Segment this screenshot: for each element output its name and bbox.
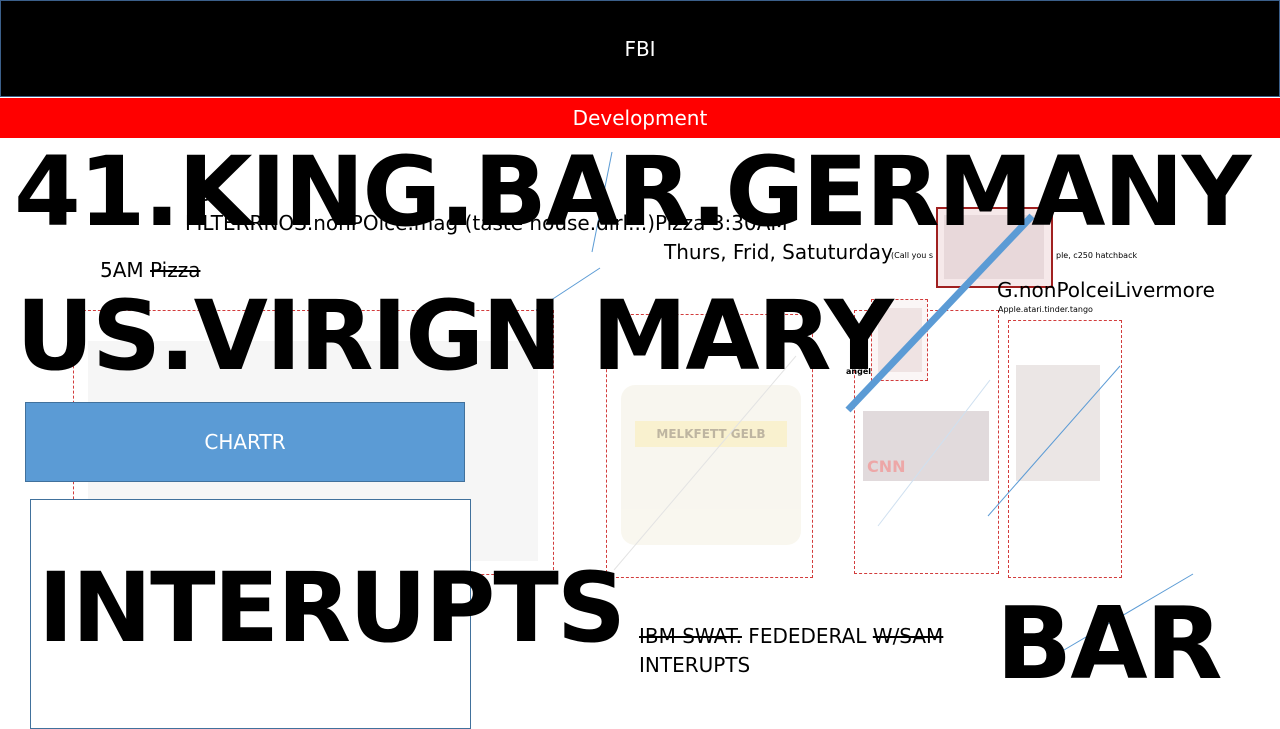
melkfett-label: MELKFETT GELB — [635, 421, 787, 447]
note-gnon: G.nonPolceiLivermore — [997, 278, 1215, 302]
headline-king-bar-germany: 41.KING.BAR.GERMANY — [14, 136, 1251, 248]
note-apple: Apple.atari.tinder.tango — [998, 305, 1093, 314]
note-days-small: (Call you s — [891, 251, 934, 260]
photo-right — [1016, 365, 1100, 481]
headline-us-virign-mary: US.VIRIGN MARY — [16, 280, 894, 392]
photo-melkfett: MELKFETT GELB — [621, 385, 801, 545]
note-ibm-interupts: INTERUPTS — [639, 653, 751, 677]
chartr-button-label: CHARTR — [204, 430, 286, 454]
headline-interupts: INTERUPTS — [38, 552, 626, 664]
photo-cnn: CNN — [863, 411, 989, 481]
note-5am: 5AM Pizza — [100, 260, 200, 280]
subheader-title: Development — [572, 106, 708, 130]
note-ibm-federal: FEDEDERAL — [741, 624, 873, 648]
note-ibm-wsam: W/SAM — [872, 624, 944, 648]
note-5am-pizza: Pizza — [150, 258, 201, 282]
note-days-small-right: ple, c250 hatchback — [1056, 251, 1138, 260]
note-5am-prefix: 5AM — [100, 258, 151, 282]
subheader-bar: Development — [0, 98, 1280, 138]
chartr-button[interactable]: CHARTR — [25, 402, 465, 482]
note-ibm: IBM SWAT. FEDEDERAL W/SAM — [639, 626, 943, 646]
header-bar: FBI — [0, 0, 1280, 97]
headline-bar: BAR — [996, 585, 1223, 702]
photo-frame-right — [1008, 320, 1122, 578]
note-ibm-swat: IBM SWAT. — [639, 624, 742, 648]
header-title: FBI — [624, 36, 656, 61]
cnn-logo-label: CNN — [867, 457, 906, 476]
